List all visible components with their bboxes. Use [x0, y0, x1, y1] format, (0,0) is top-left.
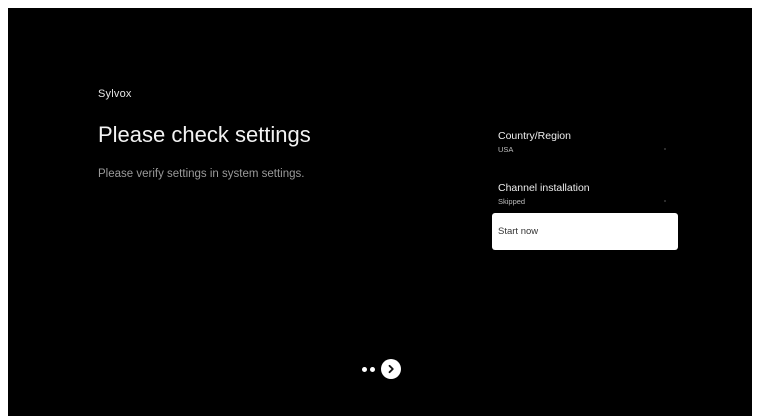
page-subtitle: Please verify settings in system setting… — [98, 168, 305, 180]
row-indicator-icon — [664, 148, 666, 150]
brand-logo: Sylvox — [98, 88, 132, 100]
setting-label: Country/Region — [498, 130, 571, 142]
setting-label: Channel installation — [498, 182, 590, 194]
pager-dot — [362, 366, 367, 372]
setting-value: Skipped — [498, 197, 526, 206]
setting-value: USA — [498, 145, 514, 154]
chevron-right-icon — [388, 364, 394, 374]
row-indicator-icon — [664, 200, 666, 202]
setting-country-region[interactable]: Country/Region USA — [492, 130, 678, 176]
next-button[interactable] — [381, 359, 401, 379]
pager — [362, 358, 401, 380]
setup-screen: Sylvox Please check settings Please veri… — [8, 8, 752, 416]
page-title: Please check settings — [98, 122, 311, 147]
start-now-button[interactable]: Start now — [492, 213, 678, 250]
pager-dot — [370, 366, 375, 372]
